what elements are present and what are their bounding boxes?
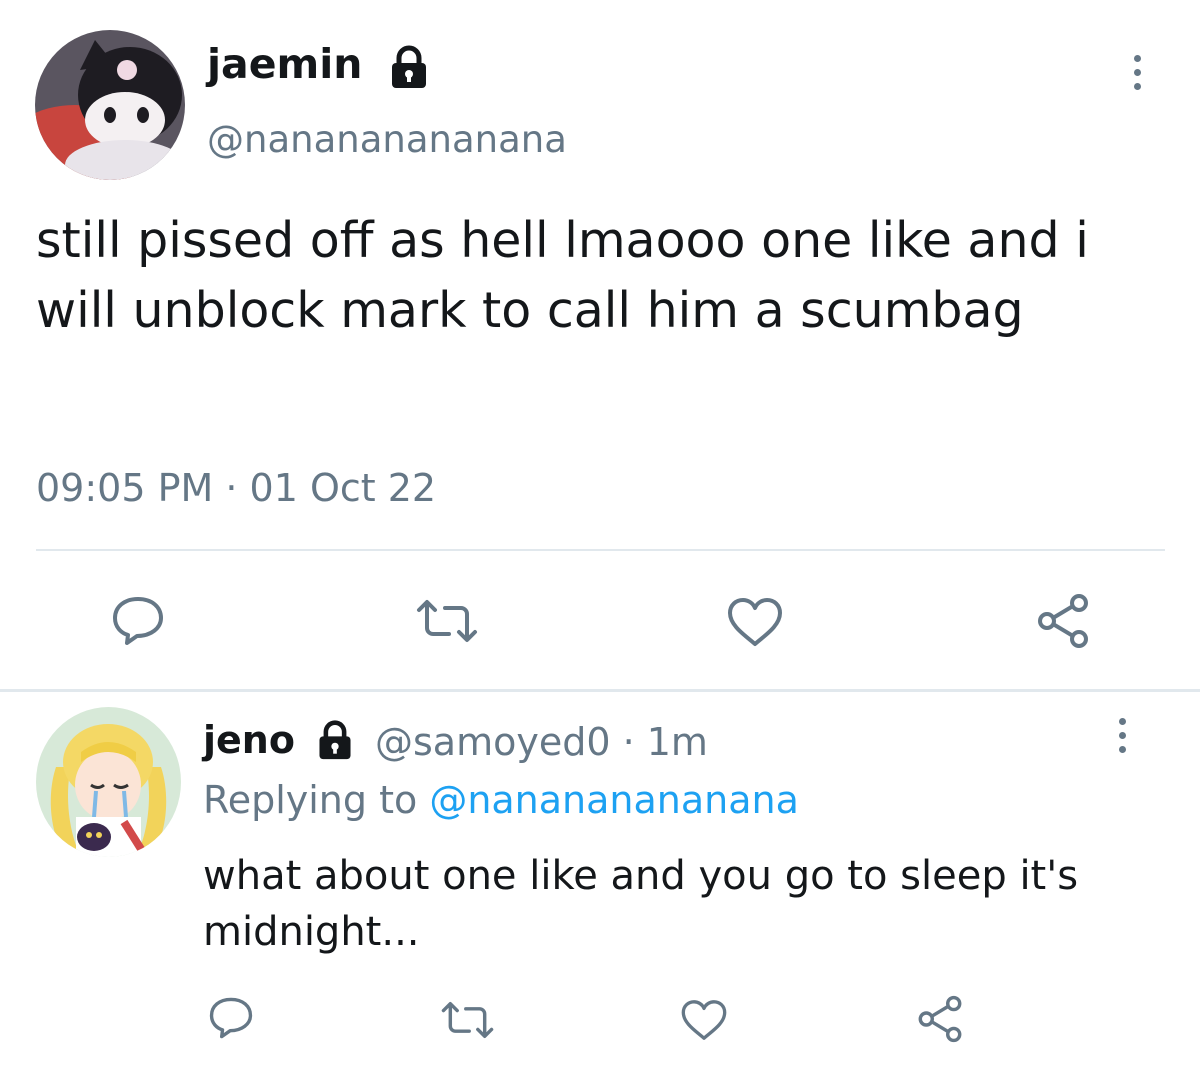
tweet-text: what about one like and you go to sleep …: [203, 853, 1079, 955]
sailor-moon-avatar-image: [36, 707, 181, 857]
divider: [36, 549, 1165, 551]
more-vertical-icon[interactable]: [1114, 718, 1130, 753]
handle[interactable]: @nanananananana: [207, 118, 567, 161]
like-icon[interactable]: [680, 998, 728, 1042]
handle-time[interactable]: @samoyed0 · 1m: [375, 720, 708, 764]
share-icon[interactable]: [1035, 592, 1091, 650]
more-vertical-icon[interactable]: [1129, 55, 1145, 90]
divider: [0, 689, 1200, 692]
avatar[interactable]: [35, 30, 185, 180]
share-icon[interactable]: [916, 994, 964, 1044]
lock-icon: [386, 44, 432, 90]
lock-icon: [314, 719, 356, 761]
reply-icon[interactable]: [110, 595, 166, 647]
main-tweet: jaemin @nanananananana still pissed off …: [0, 0, 1200, 690]
timestamp[interactable]: 09:05 PM · 01 Oct 22: [36, 466, 436, 510]
avatar[interactable]: [36, 707, 181, 857]
tweet-text: still pissed off as hell lmaooo one like…: [36, 212, 1105, 339]
kuromi-avatar-image: [35, 30, 185, 180]
like-icon[interactable]: [726, 596, 784, 648]
replying-to: Replying to @nanananananana: [203, 778, 799, 822]
display-name[interactable]: jaemin: [207, 40, 363, 88]
mention-link[interactable]: @nanananananana: [429, 778, 799, 822]
display-name[interactable]: jeno: [203, 718, 295, 762]
retweet-icon[interactable]: [440, 1000, 495, 1040]
replying-prefix: Replying to: [203, 778, 430, 822]
retweet-icon[interactable]: [415, 598, 479, 644]
reply-icon[interactable]: [207, 996, 255, 1040]
